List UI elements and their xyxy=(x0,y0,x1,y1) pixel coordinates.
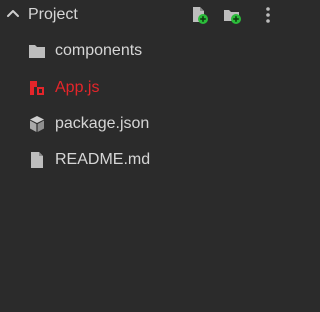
tree-item-label: components xyxy=(55,42,143,59)
tree-item-app-js[interactable]: App.js xyxy=(0,73,294,103)
explorer-header: Project xyxy=(0,0,294,32)
tree-item-label: package.json xyxy=(55,115,150,132)
explorer-title: Project xyxy=(28,6,78,23)
react-js-file-icon xyxy=(30,81,44,95)
new-folder-button[interactable] xyxy=(223,6,241,24)
project-explorer-panel: Project components App.js package.json R… xyxy=(0,0,294,312)
tree-item-package-json[interactable]: package.json xyxy=(0,109,294,139)
document-icon xyxy=(31,152,43,168)
folder-icon xyxy=(29,45,45,58)
tree-item-components[interactable]: components xyxy=(0,36,294,66)
tree-item-label: App.js xyxy=(55,79,100,96)
new-file-button[interactable] xyxy=(190,6,208,24)
chevron-up-icon[interactable] xyxy=(6,7,20,21)
package-icon xyxy=(30,116,44,132)
tree-item-label: README.md xyxy=(55,151,151,168)
tree-item-readme-md[interactable]: README.md xyxy=(0,145,294,175)
more-vertical-button[interactable] xyxy=(259,6,277,24)
